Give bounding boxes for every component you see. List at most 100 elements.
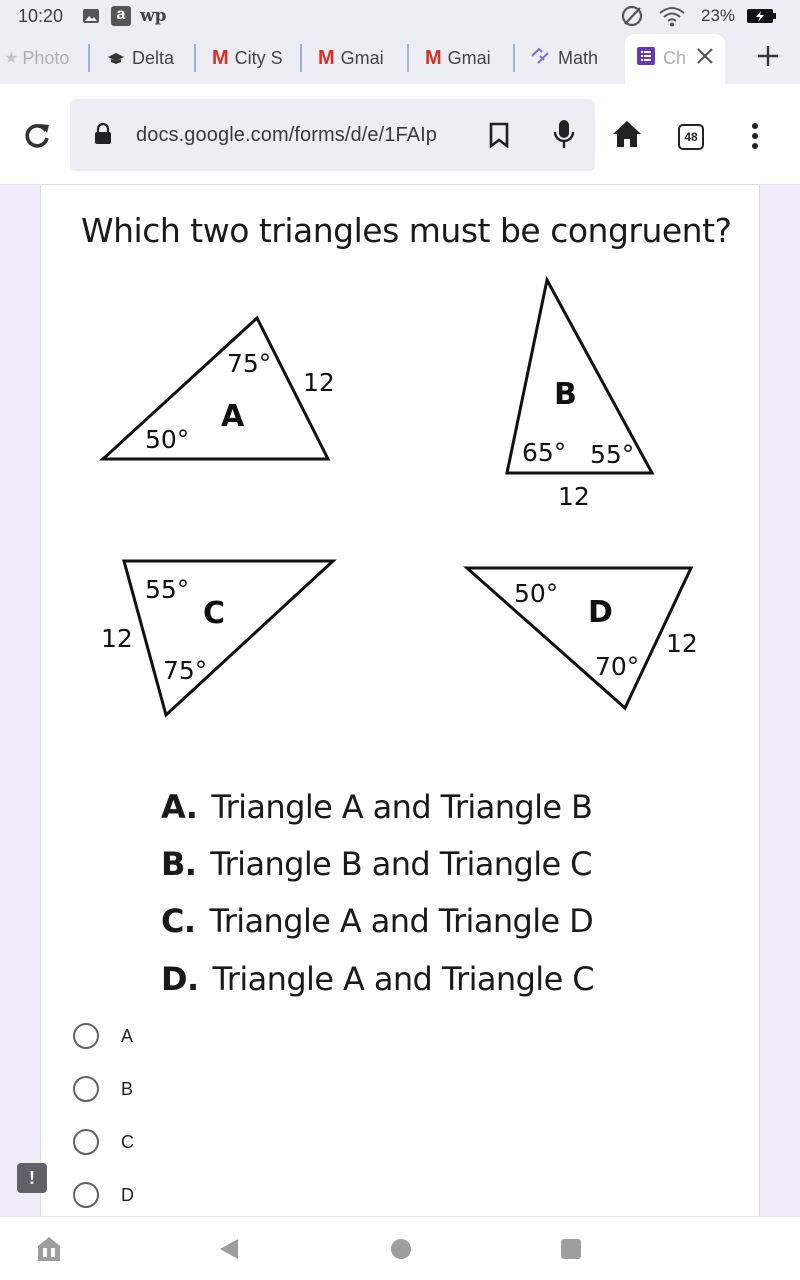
tab-divider: [300, 44, 302, 72]
back-icon[interactable]: [216, 1237, 240, 1266]
bookmark-icon[interactable]: [488, 122, 510, 153]
tab-label: Math: [558, 47, 599, 68]
more-options-icon[interactable]: [750, 122, 760, 155]
tab-count-button[interactable]: 48: [678, 124, 704, 150]
triangle-a-name: A: [221, 399, 245, 434]
triangle-b-angle-right: 55°: [590, 440, 634, 469]
radio-label[interactable]: D: [121, 1185, 134, 1206]
home-icon[interactable]: [612, 120, 642, 153]
washington-post-icon: wp: [140, 6, 167, 26]
radio-option-c[interactable]: C: [73, 1129, 134, 1155]
radio-button[interactable]: [73, 1076, 99, 1102]
url-text[interactable]: docs.google.com/forms/d/e/1FAIp: [136, 124, 437, 147]
triangle-c-side: 12: [101, 624, 133, 653]
choice-text: Triangle A and Triangle C: [212, 960, 595, 998]
triangle-d-angle-left: 50°: [514, 579, 558, 608]
star-icon: ★: [4, 50, 19, 67]
gmail-icon: M: [318, 46, 335, 69]
status-time: 10:20: [18, 6, 64, 26]
triangle-c-angle-top: 55°: [145, 575, 189, 604]
math-link-icon: [530, 47, 550, 70]
tab-label: Delta: [132, 47, 175, 68]
form-page: Which two triangles must be congruent? 7…: [0, 184, 800, 1217]
app-drawer-icon[interactable]: [34, 1234, 64, 1269]
tab-divider: [88, 44, 90, 72]
tab-label: Ch: [663, 47, 687, 68]
triangle-c-name: C: [203, 596, 225, 631]
triangle-b-name: B: [554, 377, 577, 412]
tab-photo[interactable]: ★ Photo: [4, 40, 84, 76]
home-nav-icon[interactable]: [390, 1238, 412, 1265]
feedback-icon[interactable]: !: [17, 1163, 47, 1193]
radio-label[interactable]: B: [121, 1079, 133, 1100]
triangle-c-angle-bottom: 75°: [163, 656, 207, 685]
tab-strip: ★ Photo Delta M City S M Gmai M Gmai Mat…: [0, 32, 800, 84]
radio-button[interactable]: [73, 1182, 99, 1208]
new-tab-button[interactable]: [752, 40, 784, 76]
choice-text: Triangle B and Triangle C: [210, 845, 592, 883]
image-icon: [82, 6, 100, 26]
triangle-c: 55° C 12 75°: [101, 559, 337, 718]
choice-letter: A.: [161, 788, 198, 826]
triangle-d-angle-bottom: 70°: [595, 652, 639, 681]
choice-b: B. Triangle B and Triangle C: [161, 845, 593, 883]
choice-letter: D.: [161, 960, 199, 998]
choice-letter: C.: [161, 902, 196, 940]
triangle-a-angle-left: 50°: [145, 425, 189, 454]
lock-icon: [94, 122, 112, 151]
triangle-d-side: 12: [666, 629, 698, 658]
close-tab-icon[interactable]: [696, 47, 714, 70]
recents-icon[interactable]: [560, 1238, 582, 1265]
tab-gmail-2[interactable]: M Gmai: [425, 40, 503, 76]
triangle-b-side: 12: [558, 482, 590, 511]
plus-icon: [756, 44, 780, 73]
tab-label: Gmai: [340, 47, 384, 68]
tab-forms-active[interactable]: Ch: [637, 40, 721, 76]
browser-toolbar: docs.google.com/forms/d/e/1FAIp 48: [0, 84, 800, 184]
tab-delta[interactable]: Delta: [108, 40, 192, 76]
do-not-disturb-icon: [620, 5, 644, 27]
triangle-a-angle-top: 75°: [227, 349, 271, 378]
graduation-cap-icon: [108, 48, 124, 69]
tab-label: Gmai: [447, 47, 491, 68]
radio-button[interactable]: [73, 1023, 99, 1049]
amazon-glyph: a: [116, 6, 126, 23]
question-card: Which two triangles must be congruent? 7…: [40, 185, 760, 1217]
tab-math[interactable]: Math: [530, 40, 610, 76]
tab-label: Photo: [22, 47, 70, 68]
triangle-d-name: D: [588, 595, 613, 630]
triangle-d: 50° D 12 70°: [463, 566, 698, 711]
radio-button[interactable]: [73, 1129, 99, 1155]
reload-icon[interactable]: [22, 120, 52, 155]
radio-option-a[interactable]: A: [73, 1023, 133, 1049]
tab-divider: [407, 44, 409, 72]
microphone-icon[interactable]: [552, 118, 576, 155]
wifi-icon: [658, 6, 686, 27]
amazon-icon: a: [110, 6, 132, 26]
triangle-a-side: 12: [303, 368, 335, 397]
choice-text: Triangle A and Triangle D: [209, 902, 594, 940]
tab-divider: [194, 44, 196, 72]
tab-gmail-1[interactable]: M Gmai: [318, 40, 396, 76]
radio-option-b[interactable]: B: [73, 1076, 133, 1102]
tab-label: City S: [234, 47, 283, 68]
gmail-icon: M: [425, 46, 442, 69]
radio-label[interactable]: A: [121, 1026, 133, 1047]
choice-letter: B.: [161, 845, 197, 883]
choice-text: Triangle A and Triangle B: [211, 788, 593, 826]
triangle-b-angle-left: 65°: [522, 438, 566, 467]
battery-percent: 23%: [701, 6, 736, 25]
tab-divider: [513, 44, 515, 72]
choice-a: A. Triangle A and Triangle B: [161, 788, 593, 826]
choice-d: D. Triangle A and Triangle C: [161, 960, 595, 998]
navigation-bar: [0, 1216, 800, 1280]
triangle-a: 75° 50° 12 A: [99, 315, 335, 461]
radio-option-d[interactable]: D: [73, 1182, 134, 1208]
status-bar: 10:20 a wp 23%: [0, 0, 800, 32]
gmail-icon: M: [212, 46, 229, 69]
battery-charging-icon: [746, 6, 778, 26]
tab-city[interactable]: M City S: [212, 40, 292, 76]
triangle-b: B 65° 55° 12: [505, 275, 655, 511]
radio-label[interactable]: C: [121, 1132, 134, 1153]
forms-icon: [637, 46, 655, 70]
